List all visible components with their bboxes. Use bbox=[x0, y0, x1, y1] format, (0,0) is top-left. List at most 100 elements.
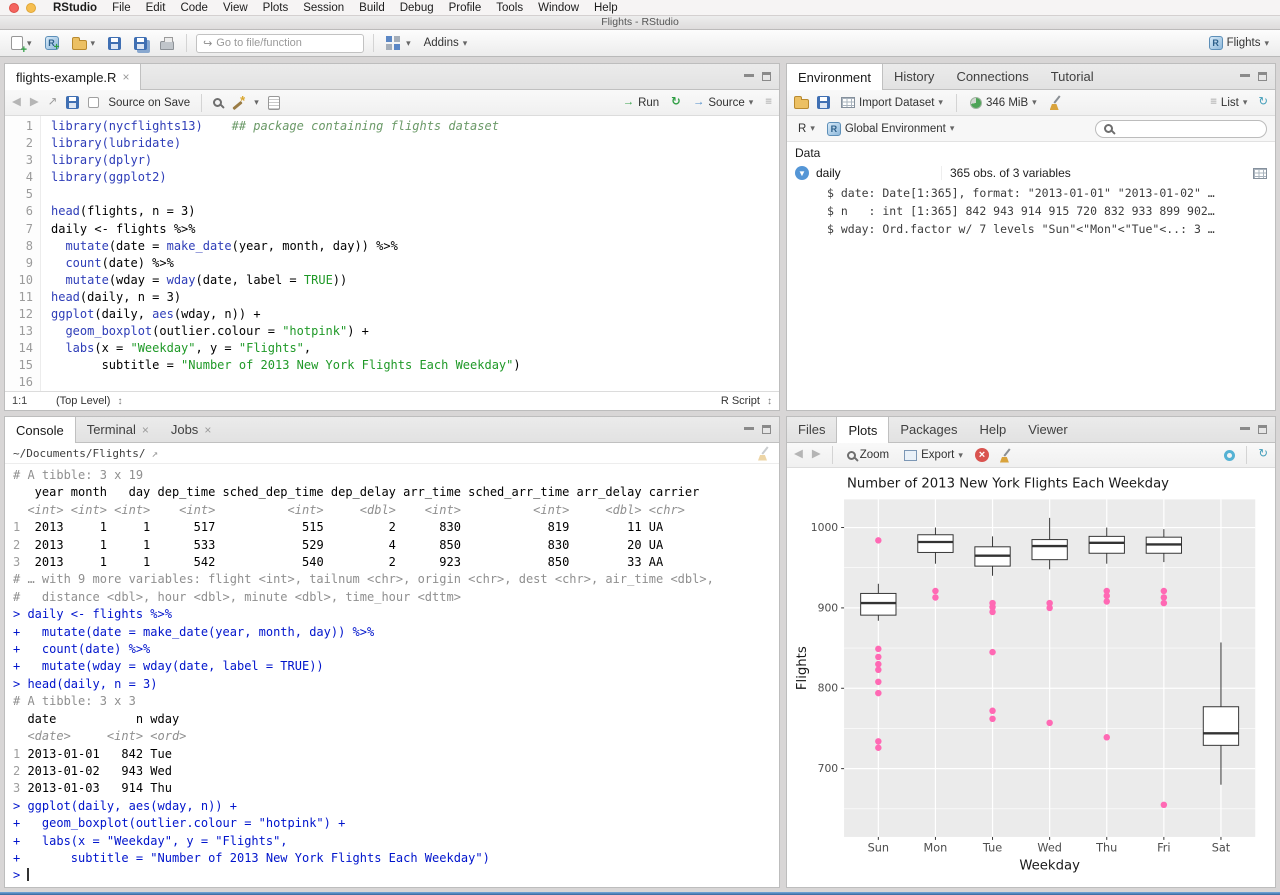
memory-usage-button[interactable]: 346 MiB ▾ bbox=[967, 95, 1040, 111]
find-replace-icon[interactable] bbox=[213, 98, 223, 107]
console-output[interactable]: # A tibble: 3 x 19 year month day dep_ti… bbox=[5, 464, 779, 887]
menu-plots[interactable]: Plots bbox=[263, 2, 289, 14]
refresh-environment-icon[interactable]: ↻ bbox=[1258, 96, 1268, 109]
tab-flights-example[interactable]: flights-example.R × bbox=[5, 64, 142, 90]
window-titlebar: Flights - RStudio bbox=[0, 16, 1280, 30]
code-editor[interactable]: 1 2 3 4 5 6 7 8 9 10 11 12 13 14 15 16 library(nycfligh… bbox=[5, 116, 779, 391]
collapse-object-icon[interactable]: ▼ bbox=[795, 166, 809, 180]
forward-icon[interactable]: ▶ bbox=[30, 96, 39, 109]
minimize-pane-icon[interactable] bbox=[744, 73, 754, 77]
save-source-icon[interactable] bbox=[66, 96, 80, 109]
new-project-button[interactable]: R bbox=[42, 34, 62, 52]
file-type-selector[interactable]: R Script ↕ bbox=[721, 395, 772, 407]
environment-object-daily[interactable]: ▼ daily 365 obs. of 3 variables bbox=[787, 163, 1275, 183]
minimize-pane-icon[interactable] bbox=[1240, 426, 1250, 430]
menu-view[interactable]: View bbox=[223, 2, 248, 14]
goto-file-input[interactable] bbox=[216, 37, 347, 49]
tab-history[interactable]: History bbox=[883, 64, 945, 89]
minimize-pane-icon[interactable] bbox=[744, 426, 754, 430]
close-window-button[interactable] bbox=[9, 2, 19, 13]
addins-button[interactable]: Addins ▾ bbox=[421, 35, 471, 51]
maximize-pane-icon[interactable] bbox=[762, 72, 771, 81]
clear-environment-icon[interactable] bbox=[1048, 95, 1063, 110]
environment-pane: Environment History Connections Tutorial bbox=[786, 63, 1276, 411]
tab-terminal[interactable]: Terminal × bbox=[76, 417, 160, 442]
menu-session[interactable]: Session bbox=[303, 2, 344, 14]
save-all-button[interactable] bbox=[131, 35, 150, 52]
menu-debug[interactable]: Debug bbox=[400, 2, 434, 14]
tab-packages[interactable]: Packages bbox=[889, 417, 968, 442]
load-workspace-icon[interactable] bbox=[794, 96, 809, 109]
menu-app-name[interactable]: RStudio bbox=[53, 2, 97, 14]
tab-jobs[interactable]: Jobs × bbox=[160, 417, 222, 442]
open-file-button[interactable]: ▾ bbox=[69, 35, 99, 52]
maximize-pane-icon[interactable] bbox=[762, 425, 771, 434]
code-tools-icon[interactable] bbox=[231, 93, 245, 110]
list-view-button[interactable]: ≡ List ▾ bbox=[1207, 95, 1250, 111]
tab-console[interactable]: Console bbox=[5, 417, 76, 443]
menu-build[interactable]: Build bbox=[359, 2, 385, 14]
terminal-tab-label: Terminal bbox=[86, 422, 136, 437]
language-selector[interactable]: R ▾ bbox=[795, 121, 818, 137]
tab-tutorial[interactable]: Tutorial bbox=[1040, 64, 1105, 89]
menu-profile[interactable]: Profile bbox=[449, 2, 482, 14]
pane-window-buttons bbox=[736, 64, 779, 89]
goto-directory-icon[interactable]: ↗ bbox=[151, 448, 158, 459]
close-tab-icon[interactable]: × bbox=[204, 423, 211, 437]
menu-help[interactable]: Help bbox=[594, 2, 618, 14]
tab-environment[interactable]: Environment bbox=[787, 64, 883, 90]
minimize-window-button[interactable] bbox=[26, 2, 36, 13]
scope-selector[interactable]: (Top Level) ↕ bbox=[56, 395, 122, 407]
rerun-icon[interactable]: ↻ bbox=[671, 96, 681, 109]
document-outline-icon[interactable]: ≡ bbox=[765, 96, 772, 109]
back-icon[interactable]: ◀ bbox=[12, 96, 21, 109]
save-button[interactable] bbox=[105, 35, 124, 52]
tab-viewer[interactable]: Viewer bbox=[1017, 417, 1079, 442]
maximize-pane-icon[interactable] bbox=[1258, 425, 1267, 434]
menu-tools[interactable]: Tools bbox=[496, 2, 523, 14]
source-button[interactable]: → Source ▾ bbox=[690, 95, 756, 111]
next-plot-icon[interactable]: ▶ bbox=[812, 449, 821, 461]
tab-help[interactable]: Help bbox=[968, 417, 1017, 442]
clear-all-plots-icon[interactable] bbox=[998, 448, 1013, 463]
run-button[interactable]: → Run bbox=[620, 95, 663, 111]
import-dataset-button[interactable]: Import Dataset ▾ bbox=[838, 95, 946, 111]
menu-code[interactable]: Code bbox=[180, 2, 208, 14]
menu-file[interactable]: File bbox=[112, 2, 131, 14]
remove-plot-icon[interactable]: × bbox=[974, 448, 989, 462]
new-file-button[interactable]: ▾ bbox=[8, 34, 35, 56]
close-tab-icon[interactable]: × bbox=[122, 70, 129, 84]
traffic-lights bbox=[9, 2, 36, 13]
project-menu-button[interactable]: R Flights ▾ bbox=[1206, 34, 1272, 52]
source-tab-title: flights-example.R bbox=[16, 69, 117, 85]
file-type-label: R Script bbox=[720, 395, 760, 407]
export-button[interactable]: Export ▾ bbox=[901, 447, 966, 463]
clear-console-icon[interactable] bbox=[756, 446, 771, 461]
source-on-save-checkbox[interactable] bbox=[88, 97, 100, 108]
publish-icon[interactable] bbox=[1224, 449, 1236, 461]
popout-window-icon[interactable]: ↗ bbox=[48, 96, 58, 109]
previous-plot-icon[interactable]: ◀ bbox=[794, 449, 803, 461]
tab-files[interactable]: Files bbox=[787, 417, 836, 442]
view-data-icon[interactable] bbox=[1253, 167, 1267, 179]
environment-scope-selector[interactable]: R Global Environment ▾ bbox=[824, 120, 958, 138]
pane-layout-button[interactable]: ▾ bbox=[383, 34, 414, 52]
tab-plots[interactable]: Plots bbox=[836, 417, 890, 443]
compile-report-icon[interactable] bbox=[267, 95, 280, 110]
environment-search-input[interactable] bbox=[1118, 122, 1248, 135]
expand-triangle-icon: ▼ bbox=[798, 168, 806, 178]
list-icon: ≡ bbox=[1210, 95, 1217, 108]
tab-connections[interactable]: Connections bbox=[945, 64, 1039, 89]
zoom-button[interactable]: Zoom bbox=[844, 447, 892, 463]
source-tabbar: flights-example.R × bbox=[5, 64, 779, 90]
maximize-pane-icon[interactable] bbox=[1258, 72, 1267, 81]
print-button[interactable] bbox=[157, 35, 177, 52]
menu-edit[interactable]: Edit bbox=[146, 2, 166, 14]
save-workspace-icon[interactable] bbox=[817, 96, 830, 109]
caret-down-icon: ▾ bbox=[1264, 37, 1269, 48]
minimize-pane-icon[interactable] bbox=[1240, 73, 1250, 77]
caret-down-icon: ▾ bbox=[1242, 97, 1248, 107]
menu-window[interactable]: Window bbox=[538, 2, 579, 14]
close-tab-icon[interactable]: × bbox=[142, 423, 149, 437]
refresh-plot-icon[interactable]: ↻ bbox=[1258, 449, 1268, 461]
